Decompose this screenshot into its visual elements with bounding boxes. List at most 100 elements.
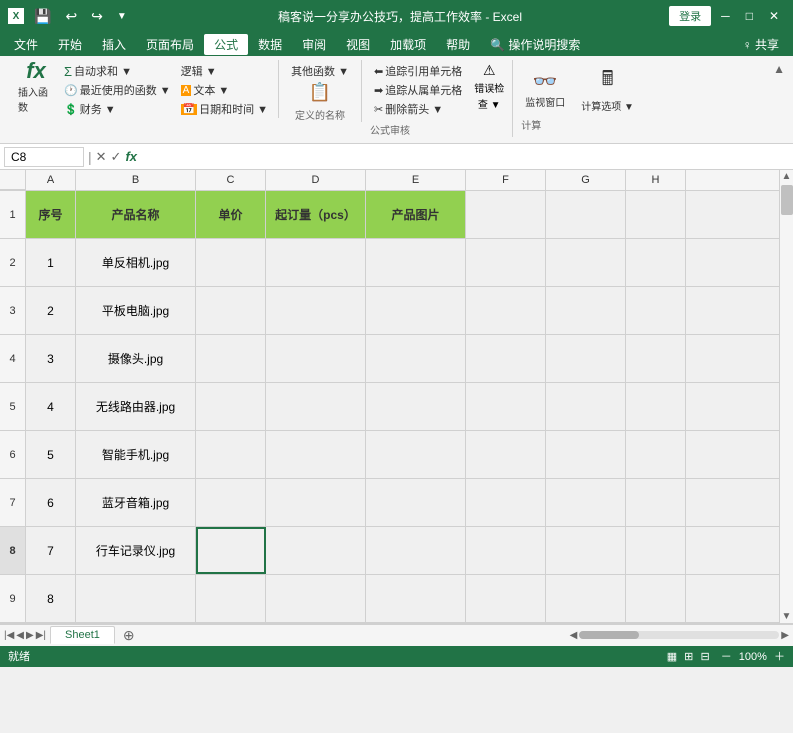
cell-d6[interactable] xyxy=(266,431,366,478)
cancel-formula-icon[interactable]: ✕ xyxy=(96,149,107,165)
cell-f2[interactable] xyxy=(466,239,546,286)
watch-window-btn[interactable]: 👓 监视窗口 xyxy=(521,62,569,115)
cell-e4[interactable] xyxy=(366,335,466,382)
sheet-nav-next[interactable]: ▶ xyxy=(26,630,34,641)
undo-btn[interactable]: ↩ xyxy=(61,6,81,27)
menu-search[interactable]: 🔍 操作说明搜索 xyxy=(480,34,590,55)
cell-b1[interactable]: 产品名称 xyxy=(76,191,196,238)
cell-c4[interactable] xyxy=(196,335,266,382)
h-scroll-track[interactable] xyxy=(579,631,779,639)
menu-file[interactable]: 文件 xyxy=(4,34,48,55)
cell-g5[interactable] xyxy=(546,383,626,430)
trace-dependents-btn[interactable]: ➡ 追踪从属单元格 xyxy=(370,81,466,99)
cell-f4[interactable] xyxy=(466,335,546,382)
cell-a2[interactable]: 1 xyxy=(26,239,76,286)
insert-function-formula-icon[interactable]: fx xyxy=(125,149,137,164)
cell-d4[interactable] xyxy=(266,335,366,382)
calc-options-btn[interactable]: 🖩 计算选项 ▼ xyxy=(577,62,638,115)
cell-a6[interactable]: 5 xyxy=(26,431,76,478)
trace-precedents-btn[interactable]: ⬅ 追踪引用单元格 xyxy=(370,62,466,80)
cell-e1[interactable]: 产品图片 xyxy=(366,191,466,238)
menu-pagelayout[interactable]: 页面布局 xyxy=(136,34,204,55)
col-header-a[interactable]: A xyxy=(26,170,76,190)
cell-f8[interactable] xyxy=(466,527,546,574)
cell-b2[interactable]: 单反相机.jpg xyxy=(76,239,196,286)
menu-formula[interactable]: 公式 xyxy=(204,34,248,55)
cell-f1[interactable] xyxy=(466,191,546,238)
text-btn[interactable]: A 文本 ▼ xyxy=(177,81,272,99)
right-scrollbar[interactable]: ▲ ▼ xyxy=(779,170,793,623)
menu-addins[interactable]: 加载项 xyxy=(380,34,436,55)
more-functions-btn[interactable]: 其他函数 ▼ xyxy=(287,62,353,80)
normal-view-btn[interactable]: ▦ xyxy=(667,651,677,663)
cell-h3[interactable] xyxy=(626,287,686,334)
col-header-g[interactable]: G xyxy=(546,170,626,190)
cell-b3[interactable]: 平板电脑.jpg xyxy=(76,287,196,334)
cell-a3[interactable]: 2 xyxy=(26,287,76,334)
cell-c9[interactable] xyxy=(196,575,266,622)
sheet-nav-last[interactable]: ▶| xyxy=(36,630,46,641)
col-header-f[interactable]: F xyxy=(466,170,546,190)
cell-g1[interactable] xyxy=(546,191,626,238)
insert-function-btn[interactable]: fx 插入函数 xyxy=(14,60,58,112)
cell-b7[interactable]: 蓝牙音箱.jpg xyxy=(76,479,196,526)
cell-e8[interactable] xyxy=(366,527,466,574)
quick-access-dropdown[interactable]: ▼ xyxy=(113,9,131,24)
menu-view[interactable]: 视图 xyxy=(336,34,380,55)
cell-d1[interactable]: 起订量（pcs） xyxy=(266,191,366,238)
cell-b4[interactable]: 摄像头.jpg xyxy=(76,335,196,382)
menu-data[interactable]: 数据 xyxy=(248,34,292,55)
sheet-nav-first[interactable]: |◀ xyxy=(4,630,14,641)
cell-c3[interactable] xyxy=(196,287,266,334)
menu-share[interactable]: ♀ 共享 xyxy=(733,34,789,55)
cell-d8[interactable] xyxy=(266,527,366,574)
cell-f7[interactable] xyxy=(466,479,546,526)
cell-e5[interactable] xyxy=(366,383,466,430)
cell-a7[interactable]: 6 xyxy=(26,479,76,526)
close-btn[interactable]: ✕ xyxy=(763,7,785,25)
logic-btn[interactable]: 逻辑 ▼ xyxy=(177,62,272,80)
cell-h6[interactable] xyxy=(626,431,686,478)
cell-e9[interactable] xyxy=(366,575,466,622)
cell-c7[interactable] xyxy=(196,479,266,526)
remove-arrows-btn[interactable]: ✂ 删除箭头 ▼ xyxy=(370,100,466,118)
zoom-in-btn[interactable]: ＋ xyxy=(774,651,785,663)
cell-g4[interactable] xyxy=(546,335,626,382)
redo-btn[interactable]: ↪ xyxy=(87,6,107,27)
cell-f3[interactable] xyxy=(466,287,546,334)
menu-review[interactable]: 审阅 xyxy=(292,34,336,55)
cell-e6[interactable] xyxy=(366,431,466,478)
cell-d9[interactable] xyxy=(266,575,366,622)
add-sheet-btn[interactable]: ⊕ xyxy=(115,627,143,644)
col-header-h[interactable]: H xyxy=(626,170,686,190)
cell-g8[interactable] xyxy=(546,527,626,574)
cell-reference-box[interactable] xyxy=(4,147,84,167)
col-header-e[interactable]: E xyxy=(366,170,466,190)
cell-a5[interactable]: 4 xyxy=(26,383,76,430)
h-scroll-left[interactable]: ◀ xyxy=(570,630,578,641)
cell-h1[interactable] xyxy=(626,191,686,238)
cell-h8[interactable] xyxy=(626,527,686,574)
ribbon-collapse-btn[interactable]: ▲ xyxy=(773,62,785,76)
cell-c8[interactable] xyxy=(196,527,266,574)
cell-h4[interactable] xyxy=(626,335,686,382)
formula-input[interactable] xyxy=(141,148,789,166)
cell-b5[interactable]: 无线路由器.jpg xyxy=(76,383,196,430)
define-names-btn[interactable]: 📋 xyxy=(302,80,338,105)
cell-g9[interactable] xyxy=(546,575,626,622)
recent-functions-btn[interactable]: 🕐 最近使用的函数 ▼ xyxy=(60,81,175,99)
h-scroll-thumb[interactable] xyxy=(579,631,639,639)
cell-a8[interactable]: 7 xyxy=(26,527,76,574)
autosum-btn[interactable]: Σ 自动求和 ▼ xyxy=(60,62,175,80)
h-scroll-right[interactable]: ▶ xyxy=(781,630,789,641)
cell-g7[interactable] xyxy=(546,479,626,526)
cell-a4[interactable]: 3 xyxy=(26,335,76,382)
page-layout-btn[interactable]: ⊞ xyxy=(684,651,693,663)
minimize-btn[interactable]: ─ xyxy=(715,7,736,25)
cell-c1[interactable]: 单价 xyxy=(196,191,266,238)
finance-btn[interactable]: 💲 财务 ▼ xyxy=(60,100,175,118)
cell-d5[interactable] xyxy=(266,383,366,430)
cell-d7[interactable] xyxy=(266,479,366,526)
cell-h9[interactable] xyxy=(626,575,686,622)
menu-home[interactable]: 开始 xyxy=(48,34,92,55)
